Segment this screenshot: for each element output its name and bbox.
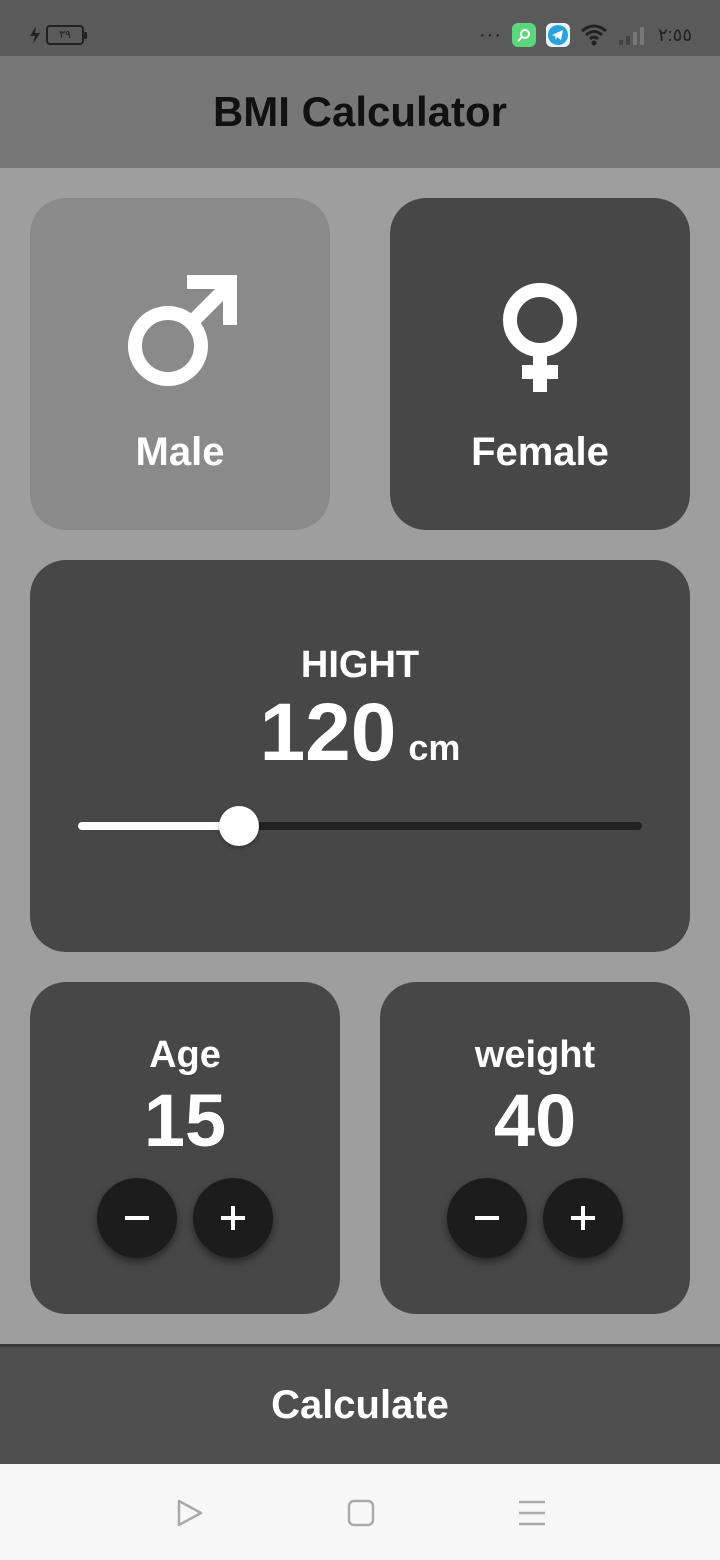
plus-icon (571, 1206, 595, 1230)
telegram-icon (545, 23, 570, 47)
back-nav-icon[interactable] (174, 1498, 204, 1528)
female-card[interactable]: Female (390, 198, 690, 530)
height-card: HIGHT 120 cm (30, 560, 690, 952)
status-right: ··· ٢:٥٥ (479, 20, 692, 50)
wifi-icon (581, 24, 607, 46)
height-value: 120 (259, 687, 397, 778)
status-left: ٣٩ (28, 20, 87, 50)
calculate-button[interactable]: Calculate (0, 1344, 720, 1464)
height-label: HIGHT (300, 644, 420, 686)
weight-controls (380, 1178, 690, 1258)
calculate-label: Calculate (271, 1383, 449, 1427)
age-value: 15 (143, 1079, 227, 1162)
status-bar: ٣٩ ··· ٢:٥٥ (0, 0, 720, 56)
age-decrement-button[interactable] (97, 1178, 177, 1258)
age-label: Age (149, 1034, 221, 1076)
weight-card: weight 40 (380, 982, 690, 1314)
vpn-app-icon (511, 23, 536, 47)
weight-value: 40 (493, 1079, 577, 1162)
page-title: BMI Calculator (212, 88, 508, 135)
signal-icon (618, 27, 644, 45)
charging-icon (30, 26, 40, 44)
female-label: Female (471, 430, 609, 474)
status-time: ٢:٥٥ (657, 24, 692, 45)
plus-icon (221, 1206, 245, 1230)
height-slider-fill (78, 822, 240, 830)
age-increment-button[interactable] (193, 1178, 273, 1258)
height-slider[interactable] (78, 806, 642, 846)
home-nav-icon[interactable] (346, 1498, 376, 1528)
more-notifications-icon: ··· (479, 24, 502, 46)
minus-icon (475, 1216, 499, 1220)
male-icon (128, 275, 237, 386)
weight-label: weight (474, 1034, 596, 1076)
battery-indicator: ٣٩ (46, 25, 87, 45)
height-value-row: 120 cm (30, 692, 690, 774)
male-label: Male (135, 430, 225, 474)
weight-increment-button[interactable] (543, 1178, 623, 1258)
female-icon (503, 283, 577, 392)
weight-decrement-button[interactable] (447, 1178, 527, 1258)
app-bar: BMI Calculator (0, 56, 720, 168)
male-card[interactable]: Male (30, 198, 330, 530)
menu-nav-icon[interactable] (517, 1498, 547, 1528)
age-card: Age 15 (30, 982, 340, 1314)
height-unit: cm (408, 727, 461, 768)
age-controls (30, 1178, 340, 1258)
minus-icon (125, 1216, 149, 1220)
system-nav-bar (0, 1464, 720, 1560)
height-slider-thumb[interactable] (219, 806, 260, 846)
